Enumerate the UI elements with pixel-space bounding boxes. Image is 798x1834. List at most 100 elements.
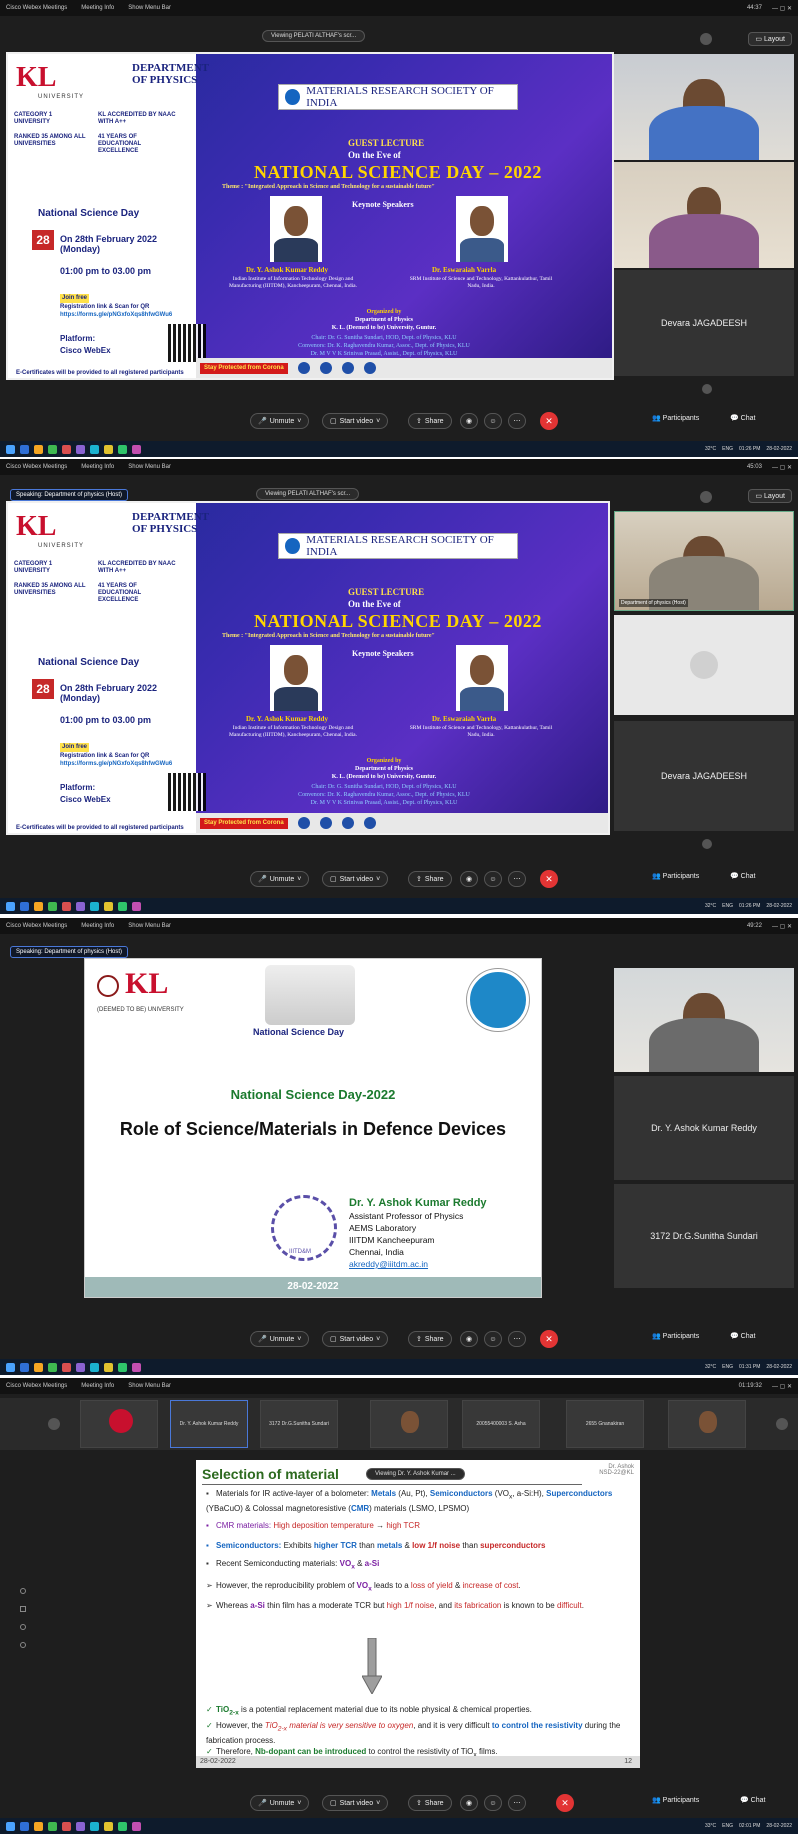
- participant-thumb[interactable]: Dr. Y. Ashok Kumar Reddy: [170, 1400, 248, 1448]
- video-tile-1[interactable]: [614, 54, 794, 160]
- participant-thumb[interactable]: 20055400003 S. Asha: [462, 1400, 540, 1448]
- start-icon[interactable]: [6, 1362, 15, 1372]
- pointer-icon[interactable]: [20, 1588, 26, 1594]
- share-button[interactable]: ⇪ Share: [408, 1331, 452, 1347]
- taskbar-app-icon[interactable]: [104, 444, 113, 454]
- leave-meeting-button[interactable]: ✕: [540, 1330, 558, 1348]
- taskbar-app-icon[interactable]: [62, 901, 71, 911]
- meeting-info-button[interactable]: Meeting Info: [81, 464, 114, 470]
- taskbar-app-icon[interactable]: [34, 1362, 43, 1372]
- taskbar-app-icon[interactable]: [34, 444, 43, 454]
- taskbar-app-icon[interactable]: [62, 1362, 71, 1372]
- start-video-button[interactable]: ▢ Start video ˅: [322, 1331, 389, 1347]
- video-tile-3[interactable]: Devara JAGADEESH: [614, 721, 794, 831]
- taskbar-app-icon[interactable]: [34, 1821, 43, 1831]
- taskbar-app-icon[interactable]: [90, 901, 99, 911]
- taskbar-app-icon[interactable]: [62, 444, 71, 454]
- taskbar-app-icon[interactable]: [104, 1362, 113, 1372]
- taskbar-app-icon[interactable]: [118, 1821, 127, 1831]
- record-button[interactable]: ◉: [460, 871, 478, 887]
- window-controls[interactable]: — ▢ ✕: [772, 923, 792, 930]
- more-options-button[interactable]: ⋯: [508, 1331, 526, 1347]
- taskbar-app-icon[interactable]: [48, 1821, 57, 1831]
- taskbar-app-icon[interactable]: [132, 901, 141, 911]
- participants-button[interactable]: 👥 Participants: [652, 1796, 699, 1804]
- reactions-button[interactable]: ☺: [484, 413, 502, 429]
- camera-icon[interactable]: [700, 33, 712, 45]
- scroll-down-icon[interactable]: [702, 839, 712, 849]
- annotate-icon[interactable]: [20, 1606, 26, 1612]
- lang-indicator[interactable]: ENG: [722, 903, 733, 909]
- reactions-button[interactable]: ☺: [484, 871, 502, 887]
- taskbar-app-icon[interactable]: [48, 1362, 57, 1372]
- participants-button[interactable]: 👥 Participants: [652, 1332, 699, 1340]
- taskbar-app-icon[interactable]: [104, 901, 113, 911]
- video-tile-3[interactable]: Devara JAGADEESH: [614, 270, 794, 376]
- chat-button[interactable]: 💬 Chat: [730, 872, 755, 880]
- leave-meeting-button[interactable]: ✕: [540, 870, 558, 888]
- taskbar-app-icon[interactable]: [20, 901, 29, 911]
- lang-indicator[interactable]: ENG: [722, 1823, 733, 1829]
- taskbar-app-icon[interactable]: [132, 444, 141, 454]
- start-video-button[interactable]: ▢ Start video ˅: [322, 871, 389, 887]
- window-controls[interactable]: — ▢ ✕: [772, 1383, 792, 1390]
- leave-meeting-button[interactable]: ✕: [540, 412, 558, 430]
- share-button[interactable]: ⇪ Share: [408, 1795, 452, 1811]
- video-tile-2[interactable]: [614, 162, 794, 268]
- taskbar-app-icon[interactable]: [90, 1821, 99, 1831]
- unmute-button[interactable]: 🎤 Unmute ˅: [250, 413, 310, 429]
- meeting-info-button[interactable]: Meeting Info: [81, 1383, 114, 1389]
- participant-thumb[interactable]: [370, 1400, 448, 1448]
- meeting-info-button[interactable]: Meeting Info: [81, 5, 114, 11]
- taskbar-app-icon[interactable]: [90, 1362, 99, 1372]
- start-video-button[interactable]: ▢ Start video ˅: [322, 1795, 389, 1811]
- unmute-button[interactable]: 🎤 Unmute ˅: [250, 871, 310, 887]
- reactions-button[interactable]: ☺: [484, 1331, 502, 1347]
- meeting-info-button[interactable]: Meeting Info: [81, 923, 114, 929]
- window-controls[interactable]: — ▢ ✕: [772, 464, 792, 471]
- taskbar-app-icon[interactable]: [76, 444, 85, 454]
- zoom-in-icon[interactable]: [20, 1624, 26, 1630]
- window-controls[interactable]: — ▢ ✕: [772, 5, 792, 12]
- start-icon[interactable]: [6, 901, 15, 911]
- strip-right-arrow-icon[interactable]: [776, 1418, 788, 1430]
- record-button[interactable]: ◉: [460, 1795, 478, 1811]
- taskbar-app-icon[interactable]: [34, 901, 43, 911]
- more-options-button[interactable]: ⋯: [508, 871, 526, 887]
- participants-button[interactable]: 👥 Participants: [652, 414, 699, 422]
- video-tile-3[interactable]: 3172 Dr.G.Sunitha Sundari: [614, 1184, 794, 1288]
- camera-icon[interactable]: [700, 491, 712, 503]
- taskbar-app-icon[interactable]: [48, 444, 57, 454]
- reactions-button[interactable]: ☺: [484, 1795, 502, 1811]
- more-options-button[interactable]: ⋯: [508, 413, 526, 429]
- taskbar-app-icon[interactable]: [118, 444, 127, 454]
- start-video-button[interactable]: ▢ Start video ˅: [322, 413, 389, 429]
- strip-left-arrow-icon[interactable]: [48, 1418, 60, 1430]
- chat-button[interactable]: 💬 Chat: [740, 1796, 765, 1804]
- video-tile-2[interactable]: Dr. Y. Ashok Kumar Reddy: [614, 1076, 794, 1180]
- layout-button[interactable]: ▭ Layout: [748, 32, 792, 46]
- record-button[interactable]: ◉: [460, 413, 478, 429]
- unmute-button[interactable]: 🎤 Unmute ˅: [250, 1331, 310, 1347]
- scroll-down-icon[interactable]: [702, 384, 712, 394]
- taskbar-app-icon[interactable]: [90, 444, 99, 454]
- taskbar-app-icon[interactable]: [118, 901, 127, 911]
- lang-indicator[interactable]: ENG: [722, 446, 733, 452]
- share-button[interactable]: ⇪ Share: [408, 413, 452, 429]
- chat-button[interactable]: 💬 Chat: [730, 1332, 755, 1340]
- show-menu-bar-button[interactable]: Show Menu Bar: [128, 923, 171, 929]
- taskbar-app-icon[interactable]: [20, 1362, 29, 1372]
- lang-indicator[interactable]: ENG: [722, 1364, 733, 1370]
- layout-button[interactable]: ▭ Layout: [748, 489, 792, 503]
- start-icon[interactable]: [6, 444, 15, 454]
- show-menu-bar-button[interactable]: Show Menu Bar: [128, 464, 171, 470]
- video-tile-1[interactable]: Department of physics (Host): [614, 511, 794, 611]
- show-menu-bar-button[interactable]: Show Menu Bar: [128, 5, 171, 11]
- taskbar-app-icon[interactable]: [20, 1821, 29, 1831]
- video-tile-2[interactable]: [614, 615, 794, 715]
- taskbar-app-icon[interactable]: [104, 1821, 113, 1831]
- taskbar-app-icon[interactable]: [20, 444, 29, 454]
- taskbar-app-icon[interactable]: [76, 1821, 85, 1831]
- participant-thumb[interactable]: [80, 1400, 158, 1448]
- chat-button[interactable]: 💬 Chat: [730, 414, 755, 422]
